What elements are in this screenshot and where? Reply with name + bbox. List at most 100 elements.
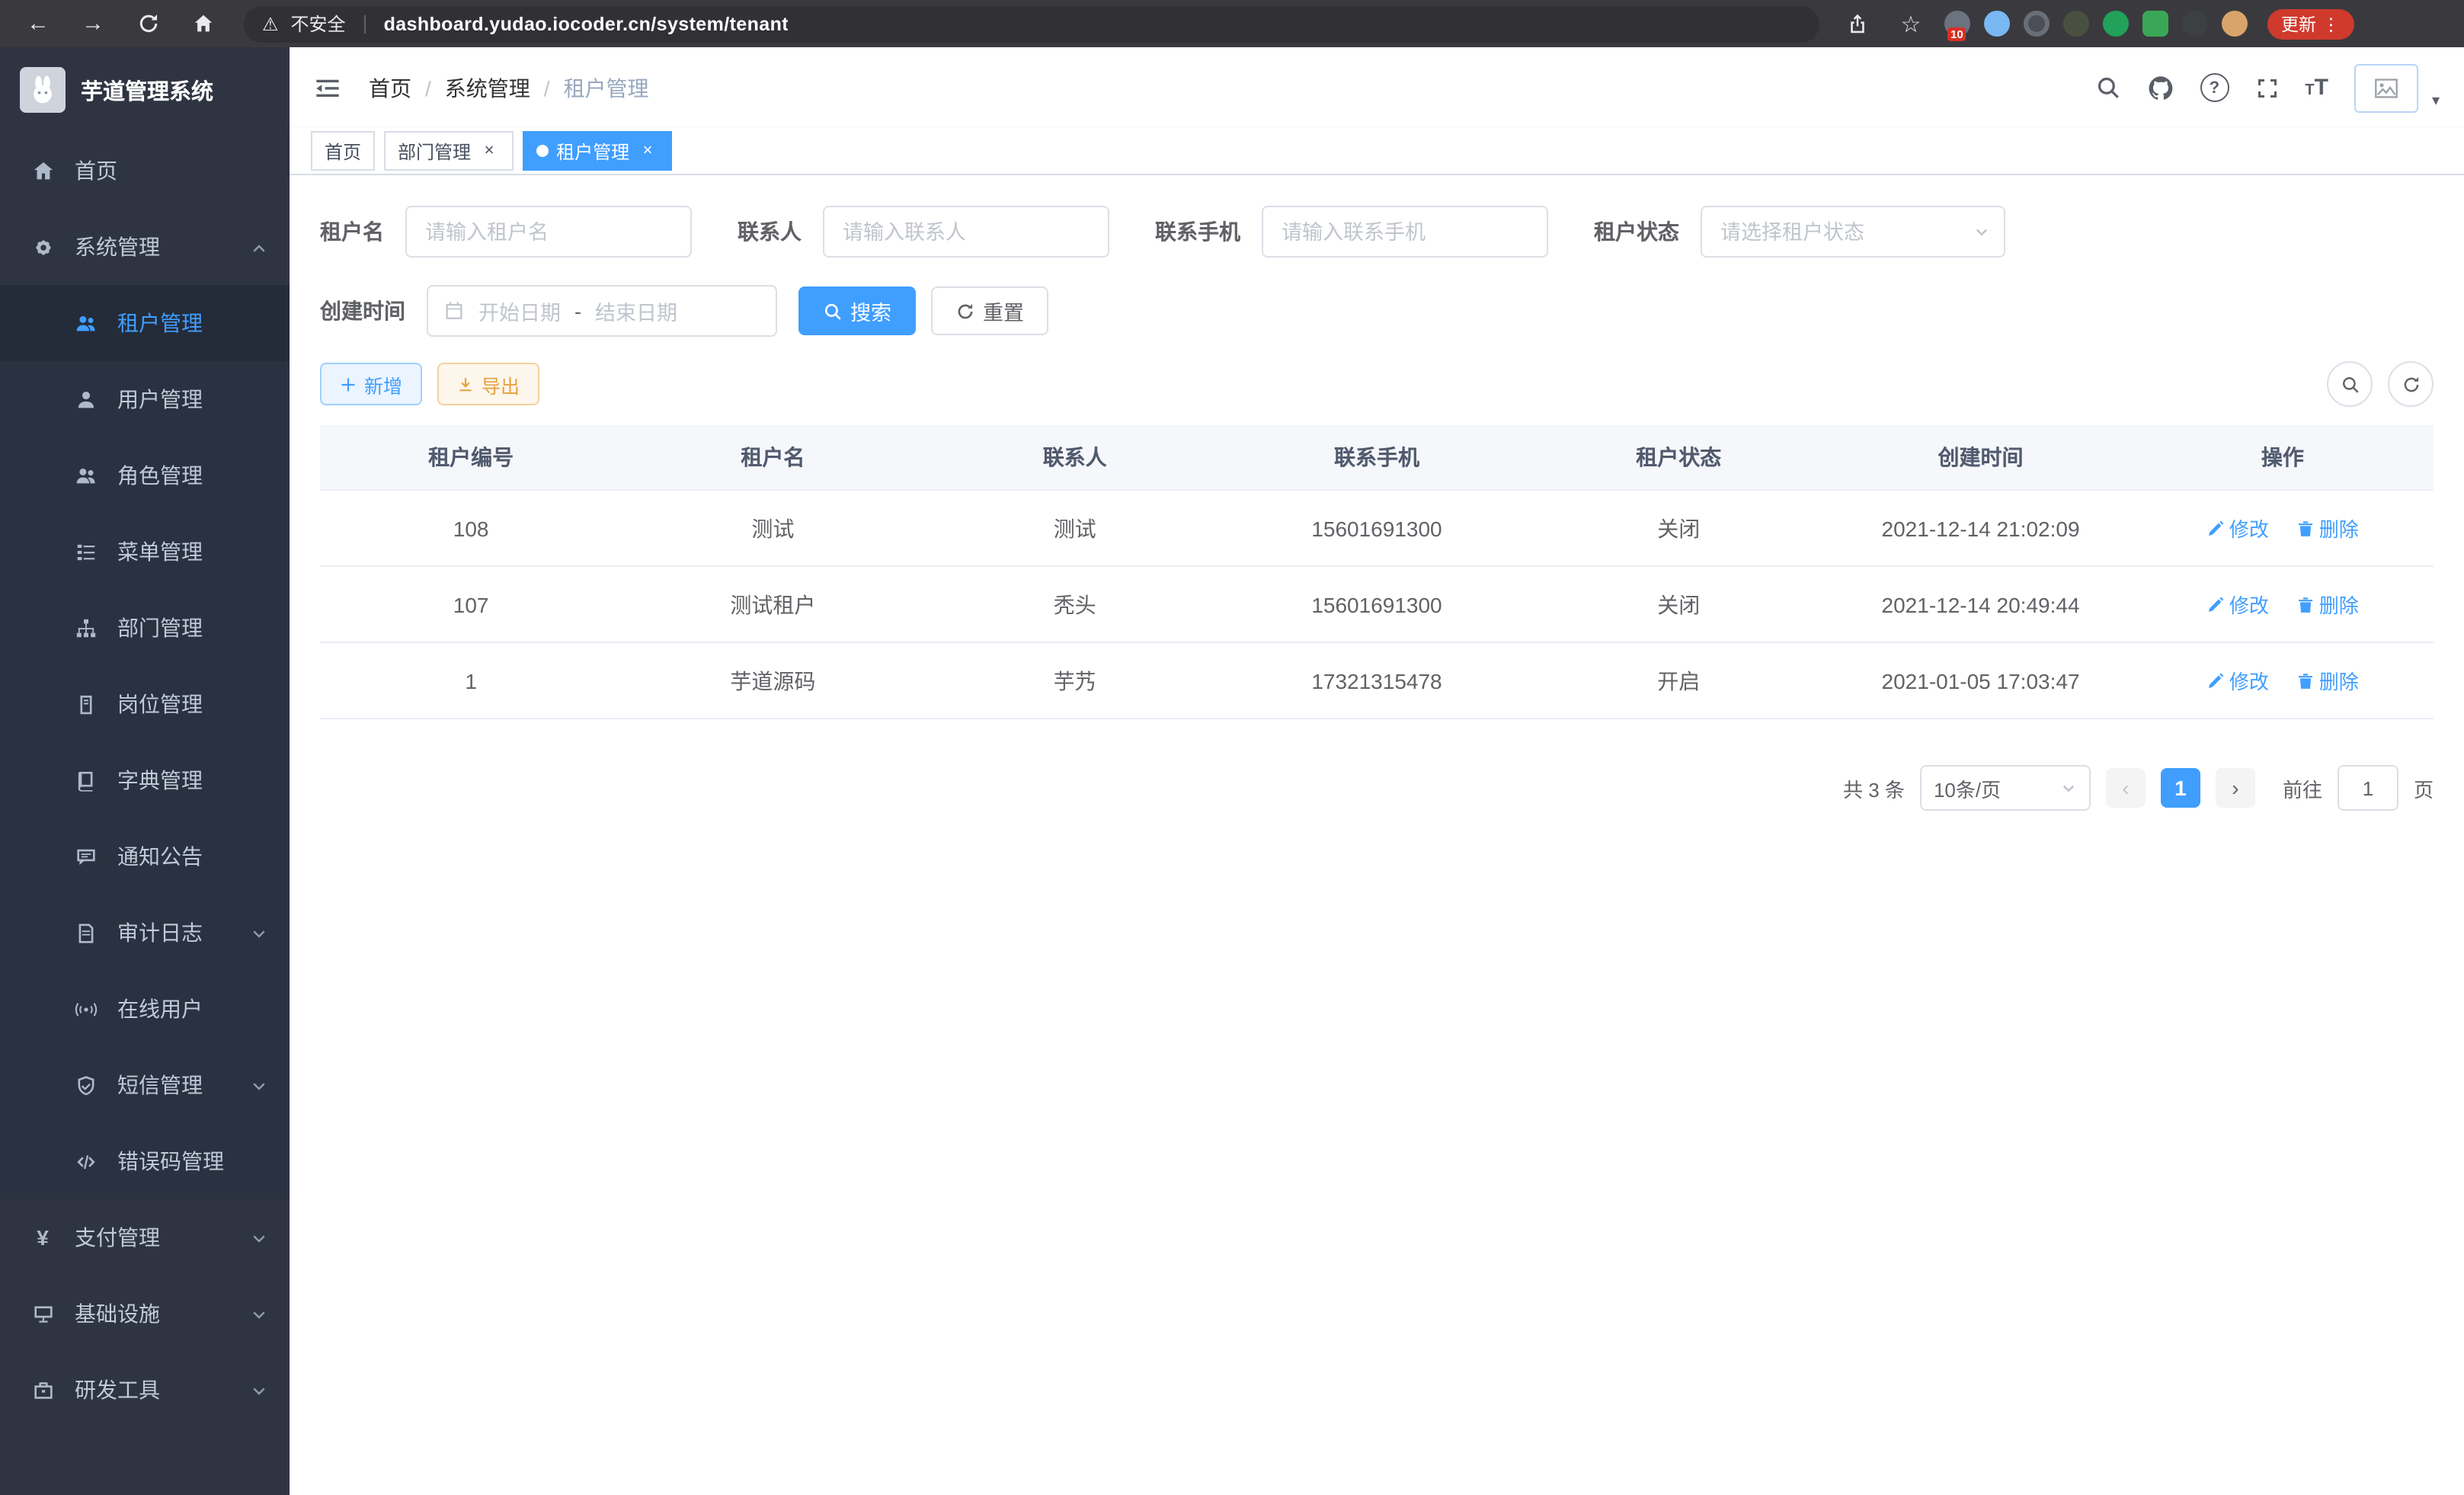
edit-icon xyxy=(2206,595,2225,613)
extension-icon-1[interactable]: 10 xyxy=(1944,11,1970,37)
extension-icon-2[interactable] xyxy=(1984,11,2010,37)
refresh-table-button[interactable] xyxy=(2388,361,2434,407)
tag-tenant-active[interactable]: 租户管理 × xyxy=(523,131,672,171)
status-select[interactable] xyxy=(1701,206,2005,258)
sidebar-item-audit-log[interactable]: 审计日志 xyxy=(0,895,290,971)
tag-label: 租户管理 xyxy=(556,138,629,164)
tag-dept[interactable]: 部门管理 × xyxy=(384,131,514,171)
add-button[interactable]: 新增 xyxy=(320,363,422,405)
cell-status: 关闭 xyxy=(1528,490,1829,566)
reload-icon[interactable] xyxy=(128,5,168,42)
search-icon xyxy=(823,301,843,321)
cell-mobile: 15601691300 xyxy=(1226,566,1528,642)
search-button-label: 搜索 xyxy=(850,296,891,326)
not-secure-label: 不安全 xyxy=(291,11,346,37)
sidebar-item-dev-tools[interactable]: 研发工具 xyxy=(0,1352,290,1428)
delete-link[interactable]: 删除 xyxy=(2296,514,2359,543)
date-start-placeholder: 开始日期 xyxy=(478,296,561,326)
list-icon xyxy=(73,539,98,564)
chrome-update-button[interactable]: 更新 ⋮ xyxy=(2267,8,2354,39)
breadcrumb-home[interactable]: 首页 xyxy=(369,72,411,103)
sidebar-item-dept[interactable]: 部门管理 xyxy=(0,590,290,666)
status-select-input[interactable] xyxy=(1701,206,2005,258)
export-button-label: 导出 xyxy=(482,370,520,399)
sidebar-item-role[interactable]: 角色管理 xyxy=(0,437,290,514)
tag-home[interactable]: 首页 xyxy=(311,131,375,171)
sidebar-collapse-icon[interactable] xyxy=(314,74,341,101)
sidebar-item-payment[interactable]: ¥ 支付管理 xyxy=(0,1199,290,1276)
edit-link[interactable]: 修改 xyxy=(2206,514,2269,543)
yen-icon: ¥ xyxy=(30,1225,55,1250)
edit-link[interactable]: 修改 xyxy=(2206,590,2269,619)
address-bar[interactable]: ⚠ 不安全 dashboard.yudao.iocoder.cn/system/… xyxy=(244,5,1819,42)
toggle-search-button[interactable] xyxy=(2327,361,2373,407)
avatar[interactable] xyxy=(2354,63,2418,112)
delete-link[interactable]: 删除 xyxy=(2296,590,2359,619)
kebab-menu-icon: ⋮ xyxy=(2322,13,2340,34)
col-status: 租户状态 xyxy=(1528,425,1829,490)
browser-right-controls: ☆ 10 更新 ⋮ xyxy=(1838,5,2354,42)
refresh-icon xyxy=(955,301,975,321)
search-icon[interactable] xyxy=(2094,75,2120,101)
page-size-select[interactable]: 10条/页 xyxy=(1920,765,2091,811)
bookmark-star-icon[interactable]: ☆ xyxy=(1891,5,1931,42)
sidebar-item-notice[interactable]: 通知公告 xyxy=(0,818,290,895)
sidebar-item-user[interactable]: 用户管理 xyxy=(0,361,290,437)
next-page-button[interactable]: › xyxy=(2216,768,2255,808)
share-icon[interactable] xyxy=(1838,5,1877,42)
tenant-name-input[interactable] xyxy=(405,206,692,258)
sidebar-item-menu[interactable]: 菜单管理 xyxy=(0,514,290,590)
table-row: 108 测试 测试 15601691300 关闭 2021-12-14 21:0… xyxy=(320,490,2434,566)
edit-link[interactable]: 修改 xyxy=(2206,666,2269,695)
col-contact: 联系人 xyxy=(924,425,1226,490)
sidebar-item-label: 首页 xyxy=(75,155,117,186)
sidebar-item-dict[interactable]: 字典管理 xyxy=(0,742,290,818)
breadcrumb-system[interactable]: 系统管理 xyxy=(445,72,530,103)
sidebar-item-tenant[interactable]: 租户管理 xyxy=(0,285,290,361)
fullscreen-icon[interactable] xyxy=(2254,75,2279,100)
extension-icon-3[interactable] xyxy=(2024,11,2050,37)
font-size-icon[interactable]: TT xyxy=(2305,76,2328,99)
search-button[interactable]: 搜索 xyxy=(798,287,916,335)
goto-page-input[interactable] xyxy=(2338,765,2398,811)
sidebar-item-post[interactable]: 岗位管理 xyxy=(0,666,290,742)
org-tree-icon xyxy=(73,616,98,640)
export-button[interactable]: 导出 xyxy=(437,363,539,405)
forward-icon[interactable]: → xyxy=(73,5,113,42)
edit-icon xyxy=(2206,519,2225,537)
close-icon[interactable]: × xyxy=(478,140,500,162)
delete-label: 删除 xyxy=(2319,666,2359,695)
extension-icon-4[interactable] xyxy=(2063,11,2089,37)
date-range-picker[interactable]: 开始日期 - 结束日期 xyxy=(427,285,777,337)
delete-link[interactable]: 删除 xyxy=(2296,666,2359,695)
chevron-down-icon xyxy=(250,920,268,945)
table-row: 1 芋道源码 芋艿 17321315478 开启 2021-01-05 17:0… xyxy=(320,642,2434,719)
tenant-table: 租户编号 租户名 联系人 联系手机 租户状态 创建时间 操作 108 测试 测试… xyxy=(320,425,2434,719)
sidebar-item-online-users[interactable]: 在线用户 xyxy=(0,971,290,1047)
sidebar-item-label: 租户管理 xyxy=(117,308,203,338)
contact-input[interactable] xyxy=(823,206,1109,258)
sidebar-item-label: 角色管理 xyxy=(117,460,203,491)
extension-icon-8[interactable] xyxy=(2222,11,2248,37)
sidebar-item-system[interactable]: 系统管理 xyxy=(0,209,290,285)
avatar-caret-icon[interactable]: ▾ xyxy=(2432,92,2440,109)
sidebar-item-label: 研发工具 xyxy=(75,1375,160,1405)
reset-button[interactable]: 重置 xyxy=(931,287,1048,335)
extension-icon-6[interactable] xyxy=(2142,11,2168,37)
help-icon[interactable]: ? xyxy=(2200,73,2229,102)
close-icon[interactable]: × xyxy=(637,140,658,162)
extension-icon-7[interactable] xyxy=(2182,11,2208,37)
chevron-down-icon xyxy=(1973,223,1990,240)
mobile-input[interactable] xyxy=(1262,206,1548,258)
sidebar-item-home[interactable]: 首页 xyxy=(0,133,290,209)
back-icon[interactable]: ← xyxy=(18,5,58,42)
sidebar-item-error-code[interactable]: 错误码管理 xyxy=(0,1123,290,1199)
page-1-button[interactable]: 1 xyxy=(2161,768,2200,808)
sidebar-item-sms[interactable]: 短信管理 xyxy=(0,1047,290,1123)
github-icon[interactable] xyxy=(2146,74,2174,101)
prev-page-button[interactable]: ‹ xyxy=(2106,768,2146,808)
url-text[interactable]: dashboard.yudao.iocoder.cn/system/tenant xyxy=(384,13,789,34)
home-icon[interactable] xyxy=(183,5,222,42)
sidebar-item-infrastructure[interactable]: 基础设施 xyxy=(0,1276,290,1352)
extension-icon-5[interactable] xyxy=(2103,11,2129,37)
